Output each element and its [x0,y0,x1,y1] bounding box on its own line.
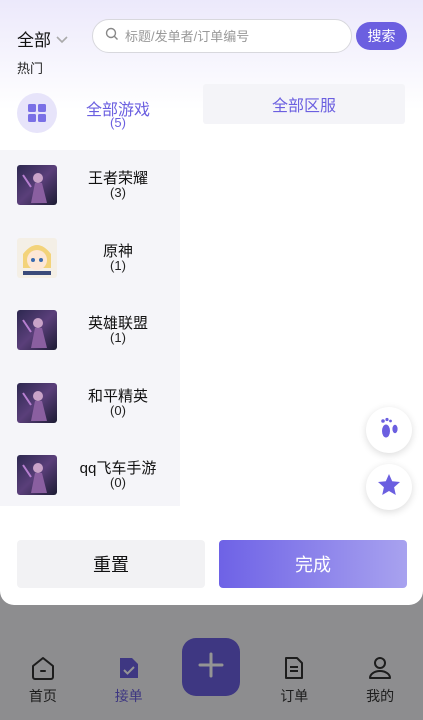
game-count: (0) [110,402,126,418]
search-icon [105,27,119,46]
region-dropdown[interactable]: 全部 [17,26,69,51]
favorite-button[interactable] [366,464,412,510]
all-games-count: (5) [110,115,126,130]
game-count: (1) [110,257,126,273]
done-button[interactable]: 完成 [219,540,407,588]
game-count: (1) [110,330,126,345]
all-servers-button[interactable]: 全部区服 [203,84,405,124]
grid-icon [17,93,57,133]
game-count: (3) [110,185,126,200]
footprint-button[interactable] [366,407,412,453]
search-button[interactable]: 搜索 [356,22,407,50]
hot-label: 热门 [17,61,44,76]
star-icon [376,472,402,503]
game-thumbnail-icon [17,310,57,350]
game-thumbnail-icon [17,165,57,205]
game-item[interactable]: 和平精英 (0) [0,368,180,441]
game-item[interactable]: qq飞车手游 (0) [0,440,180,513]
reset-button[interactable]: 重置 [17,540,205,588]
game-count: (0) [110,475,126,490]
region-dropdown-label: 全部 [17,31,51,50]
all-games-item[interactable]: 全部游戏 (5) [0,84,180,148]
search-box [92,19,352,53]
game-item[interactable]: 原神 (1) [0,223,180,296]
game-thumbnail-icon [17,455,57,495]
filter-sheet: 全部 搜索 热门 全部游戏 (5) 全部区服 [0,0,423,605]
game-thumbnail-icon [17,382,57,423]
game-list: 王者荣耀 (3) 原神 (1) 英雄联盟 (1) 和平精英 (0) qq飞车手游… [0,150,180,506]
footprint-icon [377,415,401,446]
search-bar: 全部 搜索 [0,18,423,54]
chevron-down-icon [55,30,69,50]
search-input[interactable] [125,28,325,44]
game-thumbnail-icon [17,237,57,278]
game-item[interactable]: 王者荣耀 (3) [0,150,180,223]
game-item[interactable]: 英雄联盟 (1) [0,295,180,368]
